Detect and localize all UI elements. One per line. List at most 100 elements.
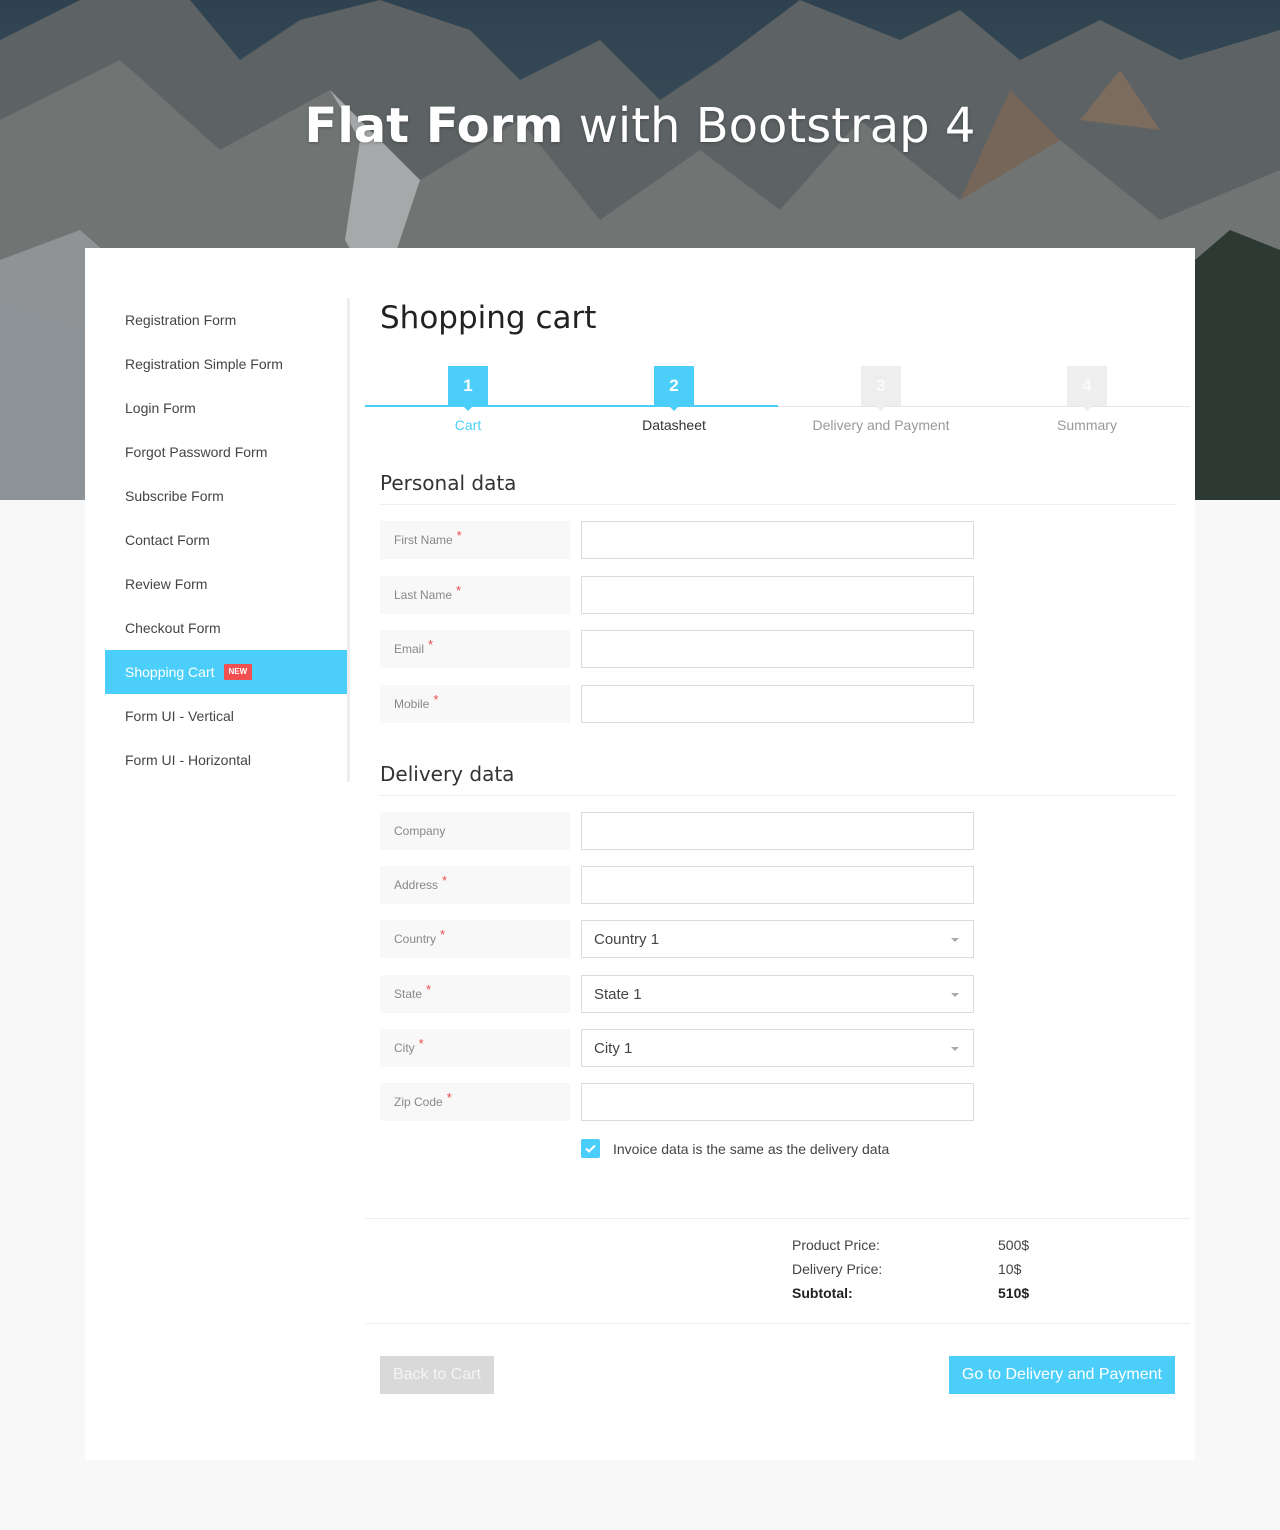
step-summary[interactable]: 4 Summary: [984, 366, 1190, 433]
step-datasheet[interactable]: 2 Datasheet: [571, 366, 777, 433]
delivery-data-title: Delivery data: [380, 762, 515, 786]
sidebar-item-label: Registration Form: [125, 312, 237, 328]
zip-code-field: Zip Code *: [380, 1083, 975, 1121]
mobile-input[interactable]: [581, 685, 974, 723]
progress-steps: 1 Cart 2 Datasheet 3 Delivery and Paymen…: [365, 366, 1190, 436]
required-marker: *: [456, 582, 462, 598]
checkmark-icon: [585, 1144, 596, 1153]
field-label-text: Email: [394, 642, 425, 656]
sidebar-item-label: Forgot Password Form: [125, 444, 268, 460]
price-summary: Product Price: 500$ Delivery Price: 10$ …: [792, 1237, 1052, 1309]
sidebar-item-label: Review Form: [125, 576, 208, 592]
sidebar-item-label: Form UI - Vertical: [125, 708, 234, 724]
sidebar-item-checkout-form[interactable]: Checkout Form: [105, 606, 350, 650]
field-label: Email *: [380, 630, 570, 668]
product-price-label: Product Price:: [792, 1237, 880, 1253]
step-label: Delivery and Payment: [812, 417, 950, 433]
sidebar-item-contact-form[interactable]: Contact Form: [105, 518, 350, 562]
invoice-same-checkbox[interactable]: [581, 1139, 600, 1158]
sidebar-item-form-ui-vertical[interactable]: Form UI - Vertical: [105, 694, 350, 738]
state-field: State * State 1: [380, 975, 975, 1013]
required-marker: *: [418, 1035, 424, 1051]
sidebar-item-registration-form[interactable]: Registration Form: [105, 298, 350, 342]
first-name-field: First Name *: [380, 521, 975, 559]
sidebar-item-label: Registration Simple Form: [125, 356, 283, 372]
field-label-text: First Name: [394, 533, 453, 547]
sidebar-item-label: Contact Form: [125, 532, 210, 548]
step-label: Cart: [454, 417, 482, 433]
field-label-text: State: [394, 987, 423, 1001]
section-divider: [380, 504, 1175, 505]
sidebar-item-label: Shopping Cart: [125, 664, 215, 680]
first-name-input[interactable]: [581, 521, 974, 559]
last-name-input[interactable]: [581, 576, 974, 614]
totals-divider-bottom: [365, 1323, 1190, 1324]
product-price-value: 500$: [998, 1237, 1030, 1253]
city-field: City * City 1: [380, 1029, 975, 1067]
city-select[interactable]: City 1: [581, 1029, 974, 1067]
field-label: State *: [380, 975, 570, 1013]
caret-down-icon: [951, 993, 959, 997]
required-marker: *: [442, 872, 448, 888]
totals-divider-top: [365, 1218, 1190, 1219]
field-label: City *: [380, 1029, 570, 1067]
subtotal-value: 510$: [998, 1285, 1030, 1301]
sidebar-item-label: Checkout Form: [125, 620, 221, 636]
company-input[interactable]: [581, 812, 974, 850]
go-to-delivery-button[interactable]: Go to Delivery and Payment: [948, 1356, 1175, 1394]
product-price-row: Product Price: 500$: [792, 1237, 1052, 1261]
email-input[interactable]: [581, 630, 974, 668]
subtotal-row: Subtotal: 510$: [792, 1285, 1052, 1309]
delivery-price-label: Delivery Price:: [792, 1261, 883, 1277]
page-title: Shopping cart: [380, 300, 597, 336]
sidebar-item-registration-simple-form[interactable]: Registration Simple Form: [105, 342, 350, 386]
invoice-same-row: Invoice data is the same as the delivery…: [581, 1139, 889, 1158]
field-label: Zip Code *: [380, 1083, 570, 1121]
field-label-text: Company: [394, 824, 446, 838]
field-label: Company: [380, 812, 570, 850]
email-field: Email *: [380, 630, 975, 668]
sidebar-item-subscribe-form[interactable]: Subscribe Form: [105, 474, 350, 518]
last-name-field: Last Name *: [380, 576, 975, 614]
step-label: Summary: [1057, 417, 1117, 433]
field-label-text: Zip Code: [394, 1095, 443, 1109]
select-value: State 1: [594, 985, 642, 1003]
new-badge: NEW: [223, 664, 253, 680]
required-marker: *: [426, 981, 432, 997]
field-label-text: Mobile: [394, 697, 430, 711]
invoice-same-label: Invoice data is the same as the delivery…: [613, 1140, 890, 1157]
sidebar-item-shopping-cart[interactable]: Shopping Cart NEW: [105, 650, 350, 694]
form-card: Registration Form Registration Simple Fo…: [85, 248, 1195, 1460]
sidebar-item-login-form[interactable]: Login Form: [105, 386, 350, 430]
subtotal-label: Subtotal:: [792, 1285, 853, 1301]
address-input[interactable]: [581, 866, 974, 904]
country-field: Country * Country 1: [380, 920, 975, 958]
state-select[interactable]: State 1: [581, 975, 974, 1013]
sidebar-item-review-form[interactable]: Review Form: [105, 562, 350, 606]
back-to-cart-button[interactable]: Back to Cart: [380, 1356, 495, 1394]
section-divider: [380, 795, 1175, 796]
required-marker: *: [456, 527, 462, 543]
step-cart[interactable]: 1 Cart: [365, 366, 571, 433]
field-label: Address *: [380, 866, 570, 904]
hero-title-light: with Bootstrap 4: [578, 98, 976, 154]
field-label-text: City: [394, 1041, 415, 1055]
step-number: 2: [654, 366, 694, 411]
sidebar-divider: [347, 298, 350, 782]
sidebar-item-form-ui-horizontal[interactable]: Form UI - Horizontal: [105, 738, 350, 782]
mobile-field: Mobile *: [380, 685, 975, 723]
step-delivery-and-payment[interactable]: 3 Delivery and Payment: [778, 366, 984, 433]
field-label: Mobile *: [380, 685, 570, 723]
field-label-text: Country: [394, 932, 437, 946]
required-marker: *: [433, 691, 439, 707]
caret-down-icon: [951, 938, 959, 942]
hero-title: Flat Form with Bootstrap 4: [0, 96, 1280, 156]
step-label: Datasheet: [642, 417, 706, 433]
field-label-text: Last Name: [394, 588, 453, 602]
zip-code-input[interactable]: [581, 1083, 974, 1121]
country-select[interactable]: Country 1: [581, 920, 974, 958]
sidebar-item-forgot-password-form[interactable]: Forgot Password Form: [105, 430, 350, 474]
required-marker: *: [446, 1089, 452, 1105]
hero-title-bold: Flat Form: [304, 98, 564, 154]
delivery-price-row: Delivery Price: 10$: [792, 1261, 1052, 1285]
